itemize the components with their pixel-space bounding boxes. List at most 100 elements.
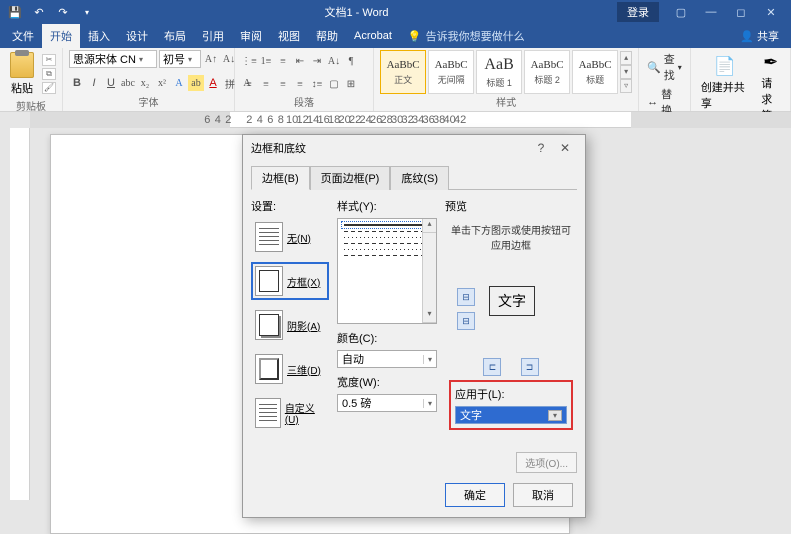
tab-file[interactable]: 文件 — [4, 24, 42, 48]
border-top-toggle[interactable]: ⊟ — [457, 288, 475, 306]
sort-icon[interactable]: A↓ — [326, 53, 342, 69]
scroll-up-icon[interactable]: ▴ — [423, 219, 436, 233]
apply-to-dropdown[interactable]: 文字▾ — [455, 406, 567, 424]
borders-shading-dialog: 边框和底纹 ? ✕ 边框(B) 页面边框(P) 底纹(S) 设置: 无(N) 方… — [242, 134, 586, 518]
dtab-shading[interactable]: 底纹(S) — [390, 166, 449, 190]
color-dropdown[interactable]: 自动▾ — [337, 350, 437, 368]
width-dropdown[interactable]: 0.5 磅▾ — [337, 394, 437, 412]
align-left-icon[interactable]: ≡ — [241, 76, 257, 92]
tab-help[interactable]: 帮助 — [308, 24, 346, 48]
border-left-toggle[interactable]: ⊏ — [483, 358, 501, 376]
style-label: 样式(Y): — [337, 198, 437, 214]
dialog-close-icon[interactable]: ✕ — [553, 141, 577, 155]
tab-review[interactable]: 审阅 — [232, 24, 270, 48]
bullets-icon[interactable]: ⋮≡ — [241, 53, 257, 69]
settings-column: 设置: 无(N) 方框(X) 阴影(A) 三维(D) 自定义(U) — [251, 198, 329, 438]
tell-me-search[interactable]: 💡 告诉我你想要做什么 — [408, 28, 525, 44]
maximize-icon[interactable]: ◻ — [727, 2, 755, 22]
dtab-borders[interactable]: 边框(B) — [251, 166, 310, 190]
gallery-down-icon[interactable]: ▾ — [620, 65, 632, 79]
setting-box[interactable]: 方框(X) — [251, 262, 329, 300]
justify-icon[interactable]: ≡ — [292, 76, 308, 92]
copy-icon[interactable]: ⧉ — [42, 68, 56, 80]
increase-indent-icon[interactable]: ⇥ — [309, 53, 325, 69]
horizontal-ruler[interactable]: 6422468101214161820222426283032343638404… — [30, 112, 791, 128]
format-painter-icon[interactable]: 🖌 — [42, 82, 56, 94]
align-right-icon[interactable]: ≡ — [275, 76, 291, 92]
style-h1[interactable]: AaB标题 1 — [476, 50, 522, 94]
style-line-dashed3[interactable] — [344, 255, 430, 256]
style-normal[interactable]: AaBbC正文 — [380, 50, 426, 94]
line-spacing-icon[interactable]: ↕≡ — [309, 76, 325, 92]
tab-acrobat[interactable]: Acrobat — [346, 26, 400, 46]
setting-none[interactable]: 无(N) — [251, 218, 329, 256]
ok-button[interactable]: 确定 — [445, 483, 505, 507]
tab-view[interactable]: 视图 — [270, 24, 308, 48]
borders-icon[interactable]: ⊞ — [343, 76, 359, 92]
align-center-icon[interactable]: ≡ — [258, 76, 274, 92]
close-icon[interactable]: ✕ — [757, 2, 785, 22]
gallery-up-icon[interactable]: ▴ — [620, 51, 632, 65]
style-line-dashed[interactable] — [344, 231, 430, 232]
dialog-help-icon[interactable]: ? — [529, 141, 553, 155]
tab-home[interactable]: 开始 — [42, 24, 80, 48]
search-icon: 🔍 — [647, 61, 661, 74]
tab-design[interactable]: 设计 — [118, 24, 156, 48]
cancel-button[interactable]: 取消 — [513, 483, 573, 507]
style-scrollbar[interactable]: ▴▾ — [422, 219, 436, 323]
setting-shadow[interactable]: 阴影(A) — [251, 306, 329, 344]
scroll-down-icon[interactable]: ▾ — [423, 309, 436, 323]
setting-3d[interactable]: 三维(D) — [251, 350, 329, 388]
text-effects-icon[interactable]: A — [171, 75, 187, 91]
strike-button[interactable]: abc — [120, 75, 136, 91]
style-line-dotted2[interactable] — [344, 249, 430, 250]
tab-layout[interactable]: 布局 — [156, 24, 194, 48]
redo-icon[interactable]: ↷ — [54, 3, 72, 21]
font-size-combo[interactable]: 初号▾ — [159, 50, 201, 68]
style-listbox[interactable]: ▴▾ — [337, 218, 437, 324]
font-color-icon[interactable]: A — [205, 75, 221, 91]
vertical-ruler[interactable] — [10, 128, 30, 500]
border-right-toggle[interactable]: ⊐ — [521, 358, 539, 376]
style-line-dotted1[interactable] — [344, 237, 430, 238]
login-button[interactable]: 登录 — [617, 2, 659, 22]
tab-references[interactable]: 引用 — [194, 24, 232, 48]
undo-icon[interactable]: ↶ — [30, 3, 48, 21]
style-line-dashed2[interactable] — [344, 243, 430, 244]
quick-access-toolbar: 💾 ↶ ↷ ▾ — [6, 3, 96, 21]
style-h2[interactable]: AaBbC标题 2 — [524, 50, 570, 94]
minimize-icon[interactable]: — — [697, 2, 725, 22]
bold-button[interactable]: B — [69, 75, 85, 91]
preview-canvas: ⊟ ⊟ 文字 — [453, 262, 569, 358]
decrease-indent-icon[interactable]: ⇤ — [292, 53, 308, 69]
font-name-combo[interactable]: 思源宋体 CN▾ — [69, 50, 157, 68]
grow-font-icon[interactable]: A↑ — [203, 51, 219, 67]
tab-insert[interactable]: 插入 — [80, 24, 118, 48]
shading-icon[interactable]: ▢ — [326, 76, 342, 92]
highlight-icon[interactable]: ab — [188, 75, 204, 91]
qat-more-icon[interactable]: ▾ — [78, 3, 96, 21]
numbering-icon[interactable]: 1≡ — [258, 53, 274, 69]
italic-button[interactable]: I — [86, 75, 102, 91]
show-marks-icon[interactable]: ¶ — [343, 53, 359, 69]
multilevel-icon[interactable]: ≡ — [275, 53, 291, 69]
share-button[interactable]: 👤 共享 — [732, 24, 787, 48]
underline-button[interactable]: U — [103, 75, 119, 91]
cut-icon[interactable]: ✂ — [42, 54, 56, 66]
dtab-page-border[interactable]: 页面边框(P) — [310, 166, 391, 190]
find-button[interactable]: 🔍查找▾ — [645, 50, 684, 84]
style-line-solid[interactable] — [344, 224, 430, 226]
style-nospace[interactable]: AaBbC无间隔 — [428, 50, 474, 94]
subscript-button[interactable]: x₂ — [137, 75, 153, 91]
gallery-more-icon[interactable]: ▿ — [620, 79, 632, 93]
save-icon[interactable]: 💾 — [6, 3, 24, 21]
paste-button[interactable]: 粘贴 — [6, 50, 38, 98]
threed-icon — [255, 354, 283, 384]
ribbon-tabs: 文件 开始 插入 设计 布局 引用 审阅 视图 帮助 Acrobat 💡 告诉我… — [0, 24, 791, 48]
border-bottom-toggle[interactable]: ⊟ — [457, 312, 475, 330]
style-title[interactable]: AaBbC标题 — [572, 50, 618, 94]
dialog-titlebar[interactable]: 边框和底纹 ? ✕ — [243, 135, 585, 161]
superscript-button[interactable]: x² — [154, 75, 170, 91]
ribbon-options-icon[interactable]: ▢ — [667, 2, 695, 22]
setting-custom[interactable]: 自定义(U) — [251, 394, 329, 432]
